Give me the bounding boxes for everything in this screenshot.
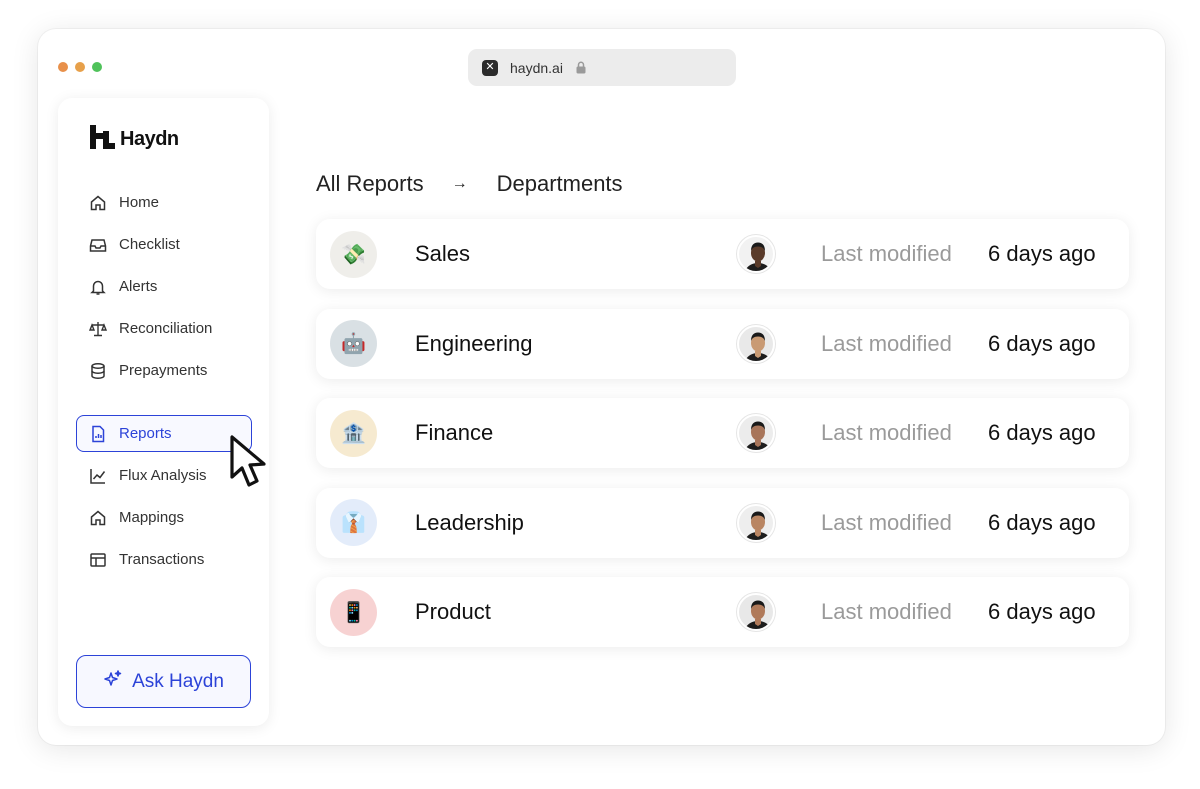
ask-haydn-label: Ask Haydn: [132, 670, 224, 692]
sidebar-item-label: Reports: [119, 425, 172, 442]
last-modified-value: 6 days ago: [988, 599, 1096, 624]
sidebar-item-prepayments[interactable]: Prepayments: [76, 352, 252, 389]
report-file-icon: [89, 425, 107, 443]
department-name: Product: [415, 599, 491, 624]
mouse-pointer-icon: [228, 433, 274, 493]
browser-window: ✕ haydn.ai Haydn Home Checklist Alerts R…: [38, 29, 1165, 745]
last-modified-value: 6 days ago: [988, 330, 1096, 356]
home-icon: [89, 509, 107, 527]
last-modified-label: Last modified: [821, 599, 952, 624]
minimize-window-button[interactable]: [75, 62, 85, 72]
sidebar-item-checklist[interactable]: Checklist: [76, 226, 252, 263]
sidebar-item-flux-analysis[interactable]: Flux Analysis: [76, 457, 252, 494]
sidebar-item-label: Mappings: [119, 509, 185, 526]
department-row[interactable]: 📱 Product Last modified 6 days ago: [316, 577, 1129, 647]
sidebar-item-label: Checklist: [119, 236, 180, 253]
last-modified-label: Last modified: [821, 509, 952, 535]
sidebar-item-reconciliation[interactable]: Reconciliation: [76, 310, 252, 347]
sidebar-item-label: Flux Analysis: [119, 467, 207, 484]
sidebar-item-reports[interactable]: Reports: [76, 415, 252, 452]
breadcrumb-all-reports[interactable]: All Reports: [316, 171, 424, 197]
money-wings-icon: 💸: [330, 230, 377, 278]
necktie-icon: 👔: [330, 499, 377, 546]
department-name: Engineering: [415, 330, 533, 356]
sidebar-item-transactions[interactable]: Transactions: [76, 541, 252, 578]
avatar: [737, 593, 775, 631]
sidebar-item-alerts[interactable]: Alerts: [76, 268, 252, 305]
lock-icon: [575, 61, 587, 74]
sidebar-item-mappings[interactable]: Mappings: [76, 499, 252, 536]
avatar: [737, 324, 775, 363]
department-name: Sales: [415, 241, 471, 266]
department-row[interactable]: 💸 Sales Last modified 6 days ago: [316, 219, 1129, 289]
bank-icon: 🏦: [330, 409, 377, 457]
last-modified-value: 6 days ago: [988, 241, 1096, 266]
line-chart-icon: [89, 467, 107, 485]
sidebar-item-label: Reconciliation: [119, 320, 213, 337]
home-icon: [89, 194, 107, 212]
haydn-logo-icon: [90, 125, 116, 154]
address-bar[interactable]: ✕ haydn.ai: [468, 49, 736, 86]
maximize-window-button[interactable]: [92, 62, 102, 72]
department-row[interactable]: 👔 Leadership Last modified 6 days ago: [316, 487, 1129, 558]
last-modified-label: Last modified: [821, 330, 952, 356]
sidebar-item-label: Prepayments: [119, 362, 208, 379]
department-row[interactable]: 🏦 Finance Last modified 6 days ago: [316, 398, 1129, 468]
last-modified-label: Last modified: [821, 420, 952, 445]
breadcrumb: All Reports → Departments: [316, 171, 623, 197]
x-mark-icon: ✕: [482, 59, 498, 76]
department-name: Leadership: [415, 509, 524, 535]
mobile-phone-icon: 📱: [330, 588, 377, 636]
brand-logo[interactable]: Haydn: [90, 125, 179, 154]
department-list: 💸 Sales Last modified 6 days ago 🤖 Engin…: [316, 219, 1129, 667]
breadcrumb-departments: Departments: [496, 171, 623, 196]
url-text: haydn.ai: [510, 59, 563, 76]
window-controls: [58, 62, 102, 72]
close-window-button[interactable]: [58, 62, 68, 72]
table-icon: [89, 551, 107, 569]
brand-name: Haydn: [120, 128, 179, 150]
avatar: [737, 414, 775, 452]
sidebar-item-label: Transactions: [119, 551, 205, 568]
sidebar-item-home[interactable]: Home: [76, 184, 252, 221]
last-modified-value: 6 days ago: [988, 509, 1096, 535]
department-row[interactable]: 🤖 Engineering Last modified 6 days ago: [316, 308, 1129, 379]
avatar: [737, 235, 775, 273]
sparkle-icon: [103, 669, 123, 695]
avatar: [737, 503, 775, 542]
sidebar-nav: Home Checklist Alerts Reconciliation Pre…: [76, 184, 252, 583]
last-modified-value: 6 days ago: [988, 420, 1096, 445]
sidebar-item-label: Alerts: [119, 278, 158, 295]
bell-icon: [89, 278, 107, 296]
scale-icon: [89, 320, 107, 338]
sidebar-item-label: Home: [119, 194, 160, 211]
database-icon: [89, 362, 107, 380]
department-name: Finance: [415, 420, 494, 445]
sidebar: Haydn Home Checklist Alerts Reconciliati…: [58, 98, 269, 726]
robot-icon: 🤖: [330, 320, 377, 367]
inbox-tray-icon: [89, 236, 107, 254]
last-modified-label: Last modified: [821, 241, 952, 266]
ask-haydn-button[interactable]: Ask Haydn: [76, 655, 251, 708]
arrow-right-icon: →: [451, 175, 468, 192]
